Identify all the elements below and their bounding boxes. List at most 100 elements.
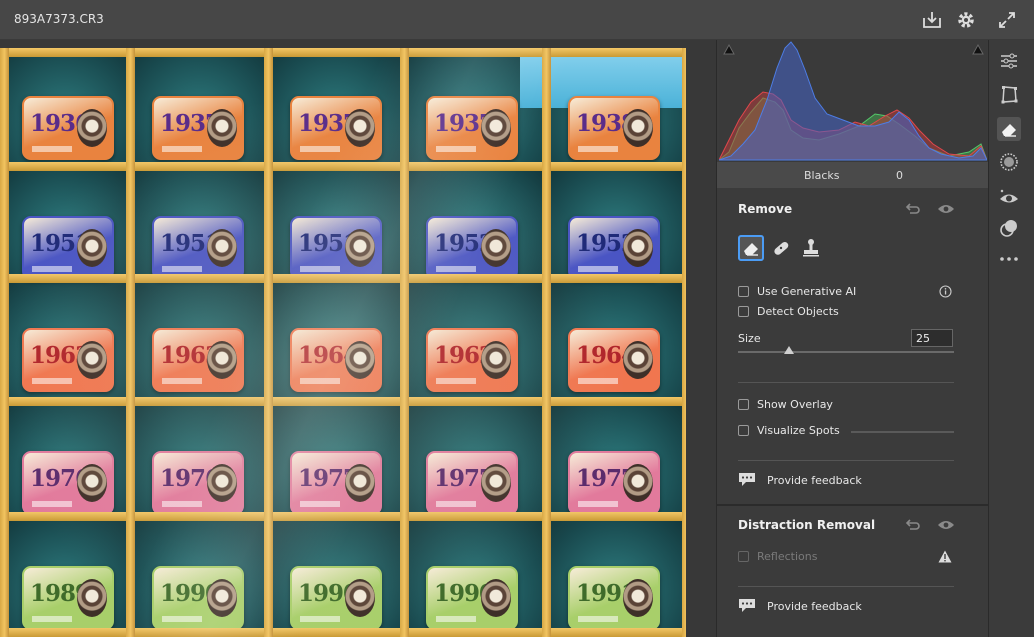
histogram — [719, 40, 987, 162]
tin-key — [481, 464, 511, 502]
divider — [738, 382, 954, 383]
more-icon — [1000, 257, 1018, 261]
sardine-tin: 1937 — [426, 96, 518, 160]
tin-key — [207, 464, 237, 502]
edit-panel: Blacks 0 Remove Use Generative AI Detect… — [716, 40, 988, 637]
sardine-tin: 1991 — [568, 566, 660, 630]
image-canvas[interactable]: 1936 1937 1937 1937 1938 1951 1951 1951 1952 1952… — [0, 40, 716, 637]
tin-key — [77, 464, 107, 502]
shelf-divider — [264, 48, 273, 637]
tin-label-strip — [300, 501, 340, 507]
tin-key — [481, 229, 511, 267]
size-input[interactable] — [911, 329, 953, 347]
size-slider-thumb[interactable] — [784, 346, 794, 354]
tin-key — [77, 109, 107, 147]
info-icon[interactable] — [939, 285, 952, 298]
eraser-icon — [744, 243, 758, 256]
sardine-tin: 1952 — [426, 216, 518, 280]
shelf-divider — [126, 48, 135, 637]
feedback-label: Provide feedback — [767, 600, 862, 613]
visualize-spots-slider[interactable] — [851, 431, 954, 433]
shelf-board — [0, 162, 686, 171]
divider — [738, 586, 954, 587]
tin-label-strip — [578, 378, 618, 384]
clone-tool-button[interactable] — [798, 235, 824, 261]
tin-label-strip — [436, 266, 476, 272]
sardine-tin: 1977 — [568, 451, 660, 515]
edit-sliders-button[interactable] — [997, 49, 1021, 73]
feedback-icon — [739, 473, 755, 486]
tin-label-strip — [300, 266, 340, 272]
shelf-board — [0, 274, 686, 283]
tin-key — [77, 579, 107, 617]
reflections-checkbox[interactable] — [738, 551, 749, 562]
tin-label-strip — [162, 501, 202, 507]
visualize-spots-checkbox[interactable] — [738, 425, 749, 436]
size-slider-track[interactable] — [738, 351, 954, 353]
tin-label-strip — [436, 616, 476, 622]
remove-tool-button[interactable] — [997, 117, 1021, 141]
show-overlay-checkbox[interactable] — [738, 399, 749, 410]
sardine-tin: 1937 — [290, 96, 382, 160]
tin-label-strip — [578, 616, 618, 622]
tin-key — [77, 341, 107, 379]
sardine-tin: 1963 — [22, 328, 114, 392]
remove-section-title[interactable]: Remove — [738, 202, 792, 216]
eraser-tool-button[interactable] — [738, 235, 764, 261]
sardine-tin: 1976 — [22, 451, 114, 515]
distraction-removal-title[interactable]: Distraction Removal — [738, 518, 875, 532]
masking-button[interactable] — [997, 150, 1021, 174]
tin-label-strip — [162, 616, 202, 622]
shelf-board — [0, 628, 686, 637]
sardine-tin: 1976 — [152, 451, 244, 515]
tin-key — [345, 341, 375, 379]
highlight-clipping-icon[interactable] — [972, 43, 984, 55]
photo-preview[interactable]: 1936 1937 1937 1937 1938 1951 1951 1951 1952 1952… — [0, 48, 686, 637]
presets-button[interactable] — [997, 216, 1021, 240]
tin-key — [345, 109, 375, 147]
more-button[interactable] — [997, 247, 1021, 271]
tin-label-strip — [578, 266, 618, 272]
shadow-clipping-icon[interactable] — [723, 43, 735, 55]
shelf-divider — [542, 48, 551, 637]
tin-label-strip — [300, 616, 340, 622]
sardine-tin: 1936 — [22, 96, 114, 160]
file-name: 893A7373.CR3 — [14, 12, 104, 26]
tin-key — [481, 341, 511, 379]
tin-key — [481, 109, 511, 147]
tin-label-strip — [300, 378, 340, 384]
tin-key — [207, 109, 237, 147]
sardine-tin: 1962 — [426, 328, 518, 392]
tin-label-strip — [162, 146, 202, 152]
expand-icon[interactable] — [996, 9, 1018, 31]
use-generative-ai-checkbox[interactable] — [738, 286, 749, 297]
heal-tool-button[interactable] — [768, 235, 794, 261]
stamp-icon — [803, 239, 819, 257]
visibility-eye-icon[interactable] — [937, 202, 955, 216]
shelf-divider — [682, 48, 686, 637]
sardine-tin: 1951 — [290, 216, 382, 280]
divider — [738, 460, 954, 461]
readout-value: 0 — [896, 169, 903, 182]
save-icon[interactable] — [921, 9, 943, 31]
feedback-icon — [739, 599, 755, 612]
tin-key — [623, 109, 653, 147]
gear-icon[interactable] — [955, 9, 977, 31]
top-bar: 893A7373.CR3 — [0, 0, 1034, 40]
reset-icon[interactable] — [904, 202, 922, 216]
tin-label-strip — [32, 501, 72, 507]
sardine-tin: 1964 — [568, 328, 660, 392]
tin-key — [623, 341, 653, 379]
sardine-tin: 1990 — [426, 566, 518, 630]
crop-button[interactable] — [997, 83, 1021, 107]
visibility-eye-icon[interactable] — [937, 518, 955, 532]
tin-label-strip — [32, 616, 72, 622]
red-eye-button[interactable] — [997, 186, 1021, 210]
warning-icon[interactable] — [938, 550, 952, 563]
shelf-board — [0, 512, 686, 521]
detect-objects-checkbox[interactable] — [738, 306, 749, 317]
reset-icon[interactable] — [904, 518, 922, 532]
tin-label-strip — [162, 266, 202, 272]
sardine-tin: 1951 — [152, 216, 244, 280]
detect-objects-label: Detect Objects — [757, 305, 839, 318]
